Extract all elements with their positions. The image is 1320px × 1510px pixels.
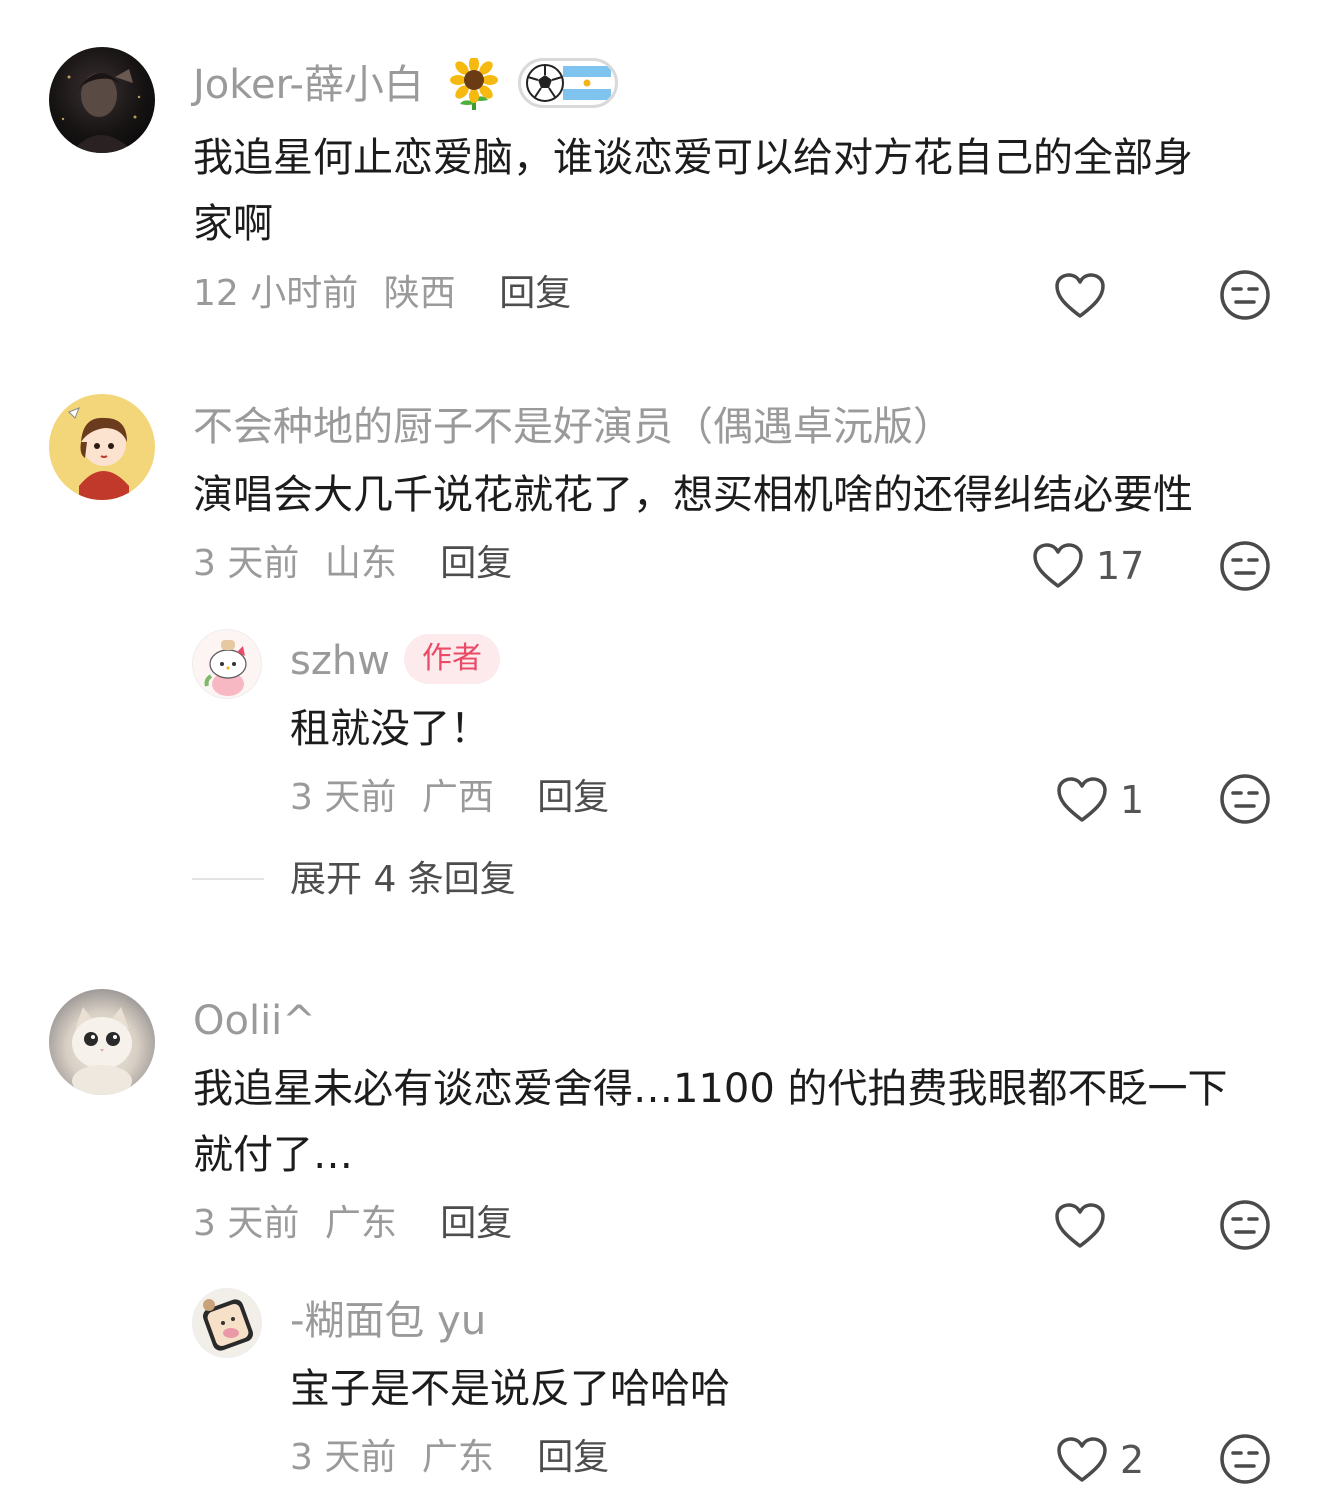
location: 广西 <box>421 777 494 818</box>
location: 陕西 <box>383 273 456 314</box>
timestamp: 3 天前 <box>290 1437 397 1478</box>
dislike-face-icon <box>1220 270 1270 320</box>
heart-icon <box>1033 543 1083 588</box>
heart-icon <box>1057 1437 1107 1482</box>
avatar[interactable] <box>49 47 155 153</box>
avatar[interactable] <box>49 394 155 500</box>
heart-icon <box>1055 1203 1105 1248</box>
comment-text-line: 我追星未必有谈恋爱舍得…1100 的代拍费我眼都不眨一下 <box>193 1066 1228 1112</box>
like-button[interactable] <box>1054 272 1106 320</box>
reply-button[interactable]: 回复 <box>440 543 512 584</box>
like-button[interactable]: 17 <box>1032 542 1144 590</box>
dislike-button[interactable] <box>1218 268 1272 322</box>
username[interactable]: 不会种地的厨子不是好演员（偶遇卓沅版） <box>193 407 953 447</box>
location: 广东 <box>324 1203 397 1244</box>
username[interactable]: szhw <box>290 641 390 681</box>
reply-text: 宝子是不是说反了哈哈哈 <box>290 1356 730 1422</box>
reply-button[interactable]: 回复 <box>499 273 571 314</box>
comment-meta: 12 小时前 陕西 回复 <box>193 276 571 312</box>
like-count: 17 <box>1096 544 1145 588</box>
dislike-button[interactable] <box>1218 772 1272 826</box>
comment-text-line: 家啊 <box>193 201 273 247</box>
dislike-face-icon <box>1220 1434 1270 1484</box>
dislike-button[interactable] <box>1218 539 1272 593</box>
author-badge: 作者 <box>404 634 500 684</box>
like-button[interactable] <box>1054 1202 1106 1250</box>
avatar[interactable] <box>49 989 155 1095</box>
comment-text-line: 就付了… <box>193 1132 353 1178</box>
reply-text-line: 宝子是不是说反了哈哈哈 <box>290 1366 730 1412</box>
dislike-face-icon <box>1220 774 1270 824</box>
sunflower-emoji <box>450 56 498 110</box>
dislike-button[interactable] <box>1218 1432 1272 1486</box>
comment-text: 我追星何止恋爱脑，谁谈恋爱可以给对方花自己的全部身 家啊 <box>193 125 1193 257</box>
timestamp: 3 天前 <box>193 1203 300 1244</box>
comment-text: 演唱会大几千说花就花了，想买相机啥的还得纠结必要性 <box>193 462 1193 528</box>
reply-meta: 3 天前 广西 回复 <box>290 780 609 816</box>
football-argentina-badge <box>518 58 618 108</box>
expand-divider <box>192 878 264 880</box>
dislike-face-icon <box>1220 1200 1270 1250</box>
timestamp: 3 天前 <box>290 777 397 818</box>
like-count: 1 <box>1120 778 1145 822</box>
like-count: 2 <box>1120 1438 1145 1482</box>
comment-meta: 3 天前 山东 回复 <box>193 546 512 582</box>
username[interactable]: Oolii^ <box>193 1001 316 1041</box>
reply-text-line: 租就没了！ <box>290 706 490 752</box>
expand-replies-button[interactable]: 展开 4 条回复 <box>290 862 516 898</box>
username[interactable]: Joker-薛小白 <box>193 65 424 105</box>
location: 山东 <box>324 543 397 584</box>
avatar[interactable] <box>192 1288 262 1358</box>
comment-meta: 3 天前 广东 回复 <box>193 1206 512 1242</box>
location: 广东 <box>421 1437 494 1478</box>
reply-button[interactable]: 回复 <box>537 777 609 818</box>
heart-icon <box>1055 273 1105 318</box>
heart-icon <box>1057 777 1107 822</box>
reply-button[interactable]: 回复 <box>440 1203 512 1244</box>
username[interactable]: -糊面包 yu <box>290 1301 486 1341</box>
avatar[interactable] <box>192 629 262 699</box>
reply-button[interactable]: 回复 <box>537 1437 609 1478</box>
dislike-button[interactable] <box>1218 1198 1272 1252</box>
reply-meta: 3 天前 广东 回复 <box>290 1440 609 1476</box>
like-button[interactable]: 1 <box>1056 776 1144 824</box>
comment-text-line: 我追星何止恋爱脑，谁谈恋爱可以给对方花自己的全部身 <box>193 135 1193 181</box>
reply-text: 租就没了！ <box>290 696 490 762</box>
comment-text: 我追星未必有谈恋爱舍得…1100 的代拍费我眼都不眨一下 就付了… <box>193 1056 1228 1188</box>
timestamp: 3 天前 <box>193 543 300 584</box>
like-button[interactable]: 2 <box>1056 1436 1144 1484</box>
dislike-face-icon <box>1220 541 1270 591</box>
comment-item: Joker-薛小白 我追星何止恋爱脑，谁谈恋爱可以给对方花自己的全部身 家啊 1… <box>0 0 1320 340</box>
timestamp: 12 小时前 <box>193 273 359 314</box>
comment-text-line: 演唱会大几千说花就花了，想买相机啥的还得纠结必要性 <box>193 472 1193 518</box>
